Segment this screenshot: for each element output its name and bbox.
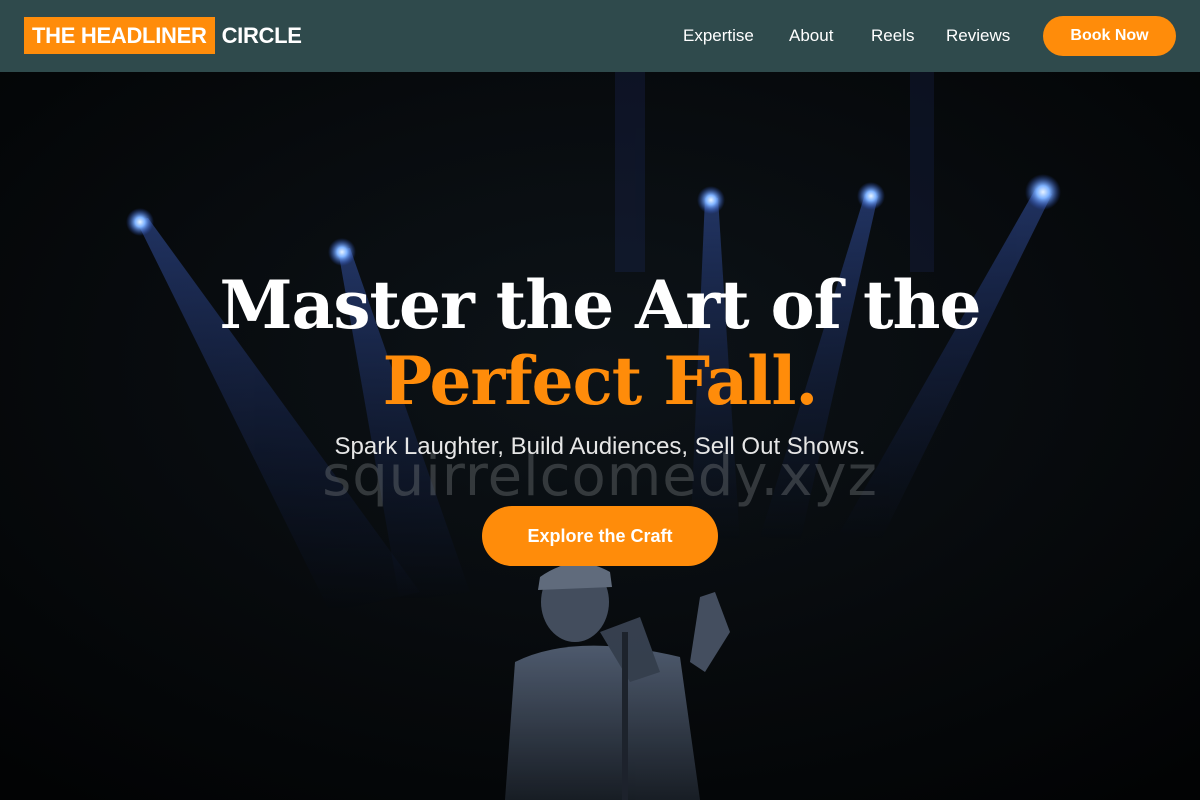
hero-headline-line1: Master the Art of the bbox=[219, 266, 982, 344]
site-header: THE HEADLINER CIRCLE Expertise About Ree… bbox=[0, 0, 1200, 72]
nav-link-reels[interactable]: Reels bbox=[871, 0, 914, 72]
hero-subheadline: Spark Laughter, Build Audiences, Sell Ou… bbox=[334, 433, 866, 460]
explore-craft-button[interactable]: Explore the Craft bbox=[482, 506, 718, 566]
brand-logo-highlight: THE HEADLINER bbox=[24, 17, 215, 54]
nav-link-reviews[interactable]: Reviews bbox=[946, 0, 1010, 72]
nav-link-expertise[interactable]: Expertise bbox=[683, 0, 754, 72]
hero-headline: Master the Art of the Perfect Fall. bbox=[0, 267, 1200, 419]
nav-link-about[interactable]: About bbox=[789, 0, 833, 72]
brand-logo-text: CIRCLE bbox=[221, 22, 302, 48]
hero-headline-accent: Perfect Fall. bbox=[382, 342, 819, 420]
book-now-button[interactable]: Book Now bbox=[1043, 16, 1176, 56]
brand-logo[interactable]: THE HEADLINER CIRCLE bbox=[24, 17, 302, 54]
